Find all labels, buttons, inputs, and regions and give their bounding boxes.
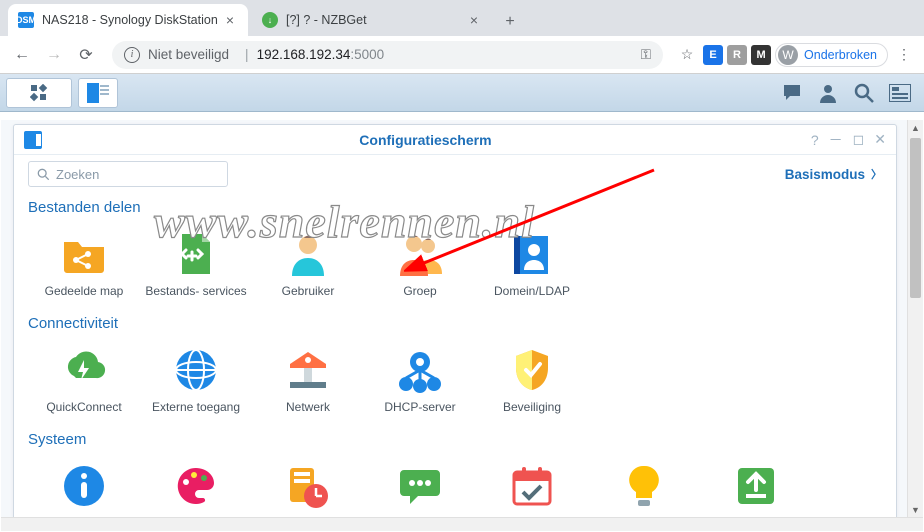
item-dhcp[interactable]: DHCP-server: [364, 342, 476, 425]
section-heading: Connectiviteit: [28, 315, 882, 332]
dsm-control-panel-task[interactable]: [78, 78, 118, 108]
shield-icon: [508, 346, 556, 394]
dsm-taskbar: [0, 74, 924, 112]
panel-search-input[interactable]: Zoeken: [28, 161, 228, 187]
extension-badge[interactable]: M: [751, 45, 771, 65]
item-user[interactable]: Gebruiker: [252, 226, 364, 309]
item-regional[interactable]: [252, 458, 364, 518]
extension-badge[interactable]: E: [703, 45, 723, 65]
info-icon: [60, 462, 108, 510]
chevron-right-icon: 〉: [871, 166, 882, 182]
browser-tabstrip: DSM NAS218 - Synology DiskStation × ↓ [?…: [0, 0, 924, 36]
item-notification[interactable]: [364, 458, 476, 518]
profile-label: Onderbroken: [804, 48, 877, 62]
panel-maximize-icon[interactable]: ◻: [853, 131, 865, 148]
favicon-dsm-icon: DSM: [18, 12, 34, 28]
dsm-main-menu-button[interactable]: [6, 78, 72, 108]
item-task-scheduler[interactable]: [476, 458, 588, 518]
browser-toolbar: ← → ⟳ i Niet beveiligd | 192.168.192.34:…: [0, 36, 924, 74]
item-shared-folder[interactable]: Gedeelde map: [28, 226, 140, 309]
url-port: :5000: [350, 47, 384, 62]
item-network[interactable]: Netwerk: [252, 342, 364, 425]
dsm-user-icon[interactable]: [814, 79, 842, 107]
tab-title: [?] ? - NZBGet: [286, 13, 367, 27]
saved-password-icon[interactable]: ⚿: [641, 47, 651, 63]
item-quickconnect[interactable]: QuickConnect: [28, 342, 140, 425]
profile-avatar-icon: W: [778, 45, 798, 65]
search-icon: [37, 168, 50, 181]
address-bar[interactable]: i Niet beveiligd | 192.168.192.34:5000 ⚿: [112, 41, 663, 69]
tab-title: NAS218 - Synology DiskStation: [42, 13, 218, 27]
forward-button[interactable]: →: [40, 41, 68, 69]
item-file-services[interactable]: Bestands- services: [140, 226, 252, 309]
section-heading: Bestanden delen: [28, 199, 882, 216]
section-heading: Systeem: [28, 431, 882, 448]
domain-icon: [508, 230, 556, 278]
bulb-icon: [620, 462, 668, 510]
profile-badge[interactable]: W Onderbroken: [775, 43, 888, 67]
back-button[interactable]: ←: [8, 41, 36, 69]
browser-tab-inactive[interactable]: ↓ [?] ? - NZBGet ×: [252, 4, 492, 36]
scroll-down-arrow[interactable]: ▼: [908, 502, 923, 518]
tab-close-icon[interactable]: ×: [222, 12, 238, 28]
network-icon: [284, 346, 332, 394]
item-security[interactable]: Beveiliging: [476, 342, 588, 425]
user-icon: [284, 230, 332, 278]
panel-body: Bestanden delen Gedeelde map Bestands- s…: [14, 193, 896, 518]
panel-help-icon[interactable]: ?: [811, 132, 819, 148]
not-secure-label: Niet beveiligd: [148, 47, 229, 62]
kebab-menu-icon[interactable]: ⋮: [892, 43, 916, 67]
favicon-nzb-icon: ↓: [262, 12, 278, 28]
dsm-chat-icon[interactable]: [778, 79, 806, 107]
panel-app-icon: [24, 131, 42, 149]
item-theme[interactable]: [140, 458, 252, 518]
item-domain-ldap[interactable]: Domein/LDAP: [476, 226, 588, 309]
quickconnect-icon: [60, 346, 108, 394]
item-info-center[interactable]: [28, 458, 140, 518]
item-update-restore[interactable]: [700, 458, 812, 518]
panel-minimize-icon[interactable]: －: [829, 130, 843, 150]
panel-title: Configuratiescherm: [50, 132, 801, 148]
dsm-search-icon[interactable]: [850, 79, 878, 107]
vertical-scrollbar[interactable]: ▲ ▼: [907, 120, 923, 518]
file-services-icon: [172, 230, 220, 278]
tab-close-icon[interactable]: ×: [466, 12, 482, 28]
item-hardware[interactable]: [588, 458, 700, 518]
scroll-thumb[interactable]: [910, 138, 921, 298]
new-tab-button[interactable]: +: [496, 8, 524, 36]
group-icon: [396, 230, 444, 278]
panel-header[interactable]: Configuratiescherm ? － ◻ ✕: [14, 125, 896, 155]
reload-button[interactable]: ⟳: [72, 41, 100, 69]
update-icon: [732, 462, 780, 510]
dhcp-icon: [396, 346, 444, 394]
dsm-widgets-icon[interactable]: [886, 79, 914, 107]
url-host: 192.168.192.34: [257, 47, 351, 62]
dsm-desktop: Configuratiescherm ? － ◻ ✕ Zoeken Basism…: [1, 120, 923, 518]
palette-icon: [172, 462, 220, 510]
site-info-icon[interactable]: i: [124, 47, 140, 63]
browser-tab-active[interactable]: DSM NAS218 - Synology DiskStation ×: [8, 4, 248, 36]
control-panel-window: Configuratiescherm ? － ◻ ✕ Zoeken Basism…: [13, 124, 897, 518]
panel-close-icon[interactable]: ✕: [874, 131, 886, 148]
bookmark-star-icon[interactable]: ☆: [675, 43, 699, 67]
folder-share-icon: [60, 230, 108, 278]
regional-icon: [284, 462, 332, 510]
item-external-access[interactable]: Externe toegang: [140, 342, 252, 425]
scroll-up-arrow[interactable]: ▲: [908, 120, 923, 136]
extension-badge[interactable]: R: [727, 45, 747, 65]
mode-toggle-link[interactable]: Basismodus 〉: [785, 166, 882, 182]
item-group[interactable]: Groep: [364, 226, 476, 309]
notify-icon: [396, 462, 444, 510]
task-icon: [508, 462, 556, 510]
horizontal-scrollbar[interactable]: [1, 517, 923, 531]
search-placeholder: Zoeken: [56, 167, 99, 182]
globe-icon: [172, 346, 220, 394]
